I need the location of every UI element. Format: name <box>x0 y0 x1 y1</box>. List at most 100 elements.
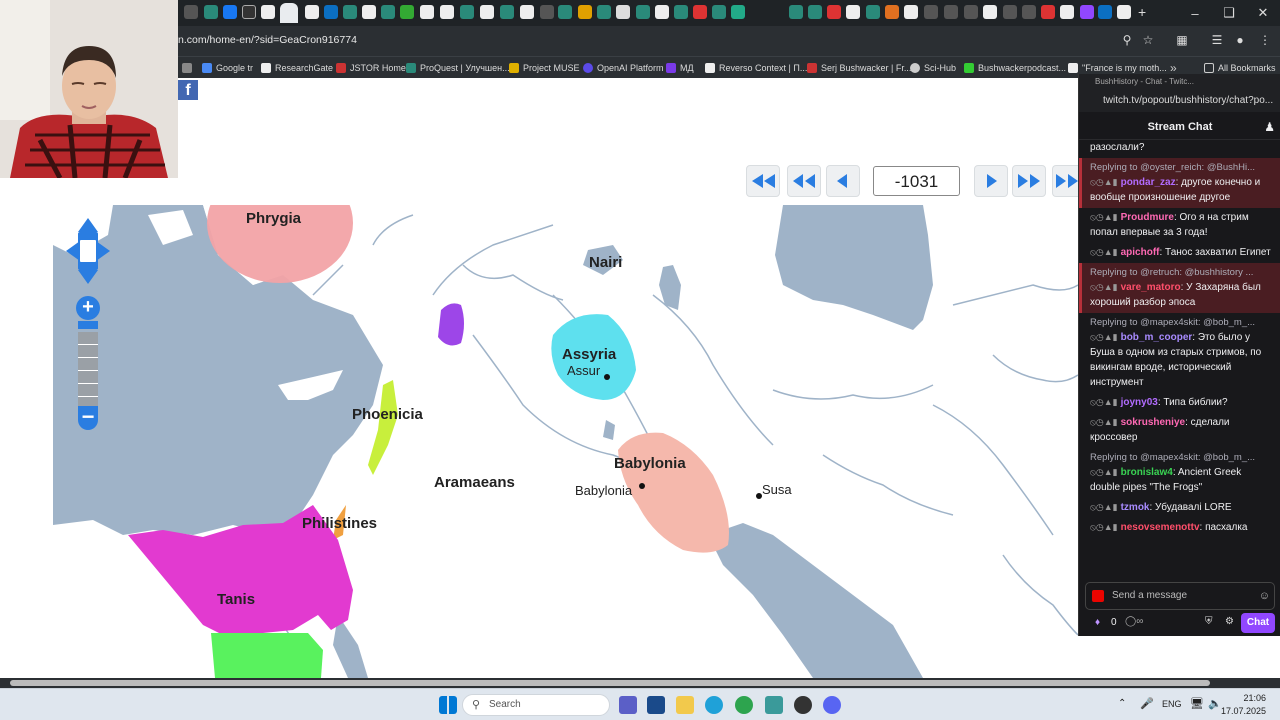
clock[interactable]: 21:06 17.07.2025 <box>1221 692 1266 718</box>
label-philistines[interactable]: Philistines <box>302 515 377 532</box>
bookmark-item[interactable]: Serj Bushwacker | Fr... <box>807 61 911 75</box>
bookmark-item[interactable]: Reverso Context | П... <box>705 61 807 75</box>
chat-message[interactable]: Replying to @oyster_reich: @BushHi... ⦸◷▲… <box>1079 158 1280 208</box>
chat-message[interactable]: ⦸◷▲▮ apichoff: Танос захватил Египет <box>1079 243 1280 263</box>
emote-icon[interactable]: ☺ <box>1259 583 1270 609</box>
tab-favicon[interactable] <box>827 5 841 19</box>
label-phoenicia[interactable]: Phoenicia <box>352 406 423 423</box>
discord-icon[interactable] <box>823 696 841 714</box>
moderation-icons[interactable]: ⦸◷▲▮ <box>1090 467 1118 477</box>
tab-favicon[interactable] <box>983 5 997 19</box>
chat-input[interactable]: Send a message ☺ <box>1085 582 1275 610</box>
forward-decade-button[interactable] <box>1012 165 1046 197</box>
tab-favicon[interactable] <box>420 5 434 19</box>
tab-favicon[interactable] <box>362 5 376 19</box>
tab-favicon[interactable] <box>558 5 572 19</box>
chat-username[interactable]: tzmok <box>1121 502 1150 513</box>
users-icon[interactable]: ♟ <box>1264 114 1275 140</box>
historical-map[interactable]: Phrygia Nairi Assyria Assur Phoenicia Ar… <box>53 205 1078 678</box>
bookmark-item[interactable]: ProQuest | Улучшен... <box>406 61 510 75</box>
more-bookmarks-icon[interactable]: » <box>1170 61 1177 75</box>
chat-message[interactable]: Replying to @mapex4skit: @bob_m_... ⦸◷▲▮ b… <box>1079 448 1280 498</box>
new-tab-icon[interactable]: + <box>1138 4 1146 20</box>
moderation-icons[interactable]: ⦸◷▲▮ <box>1090 417 1118 427</box>
tab-favicon[interactable] <box>204 5 218 19</box>
tab-favicon[interactable] <box>578 5 592 19</box>
label-assur[interactable]: Assur <box>567 363 600 378</box>
chat-message[interactable]: ⦸◷▲▮ tzmok: Убудавалі LORE <box>1079 498 1280 518</box>
microphone-icon[interactable]: 🎤 <box>1140 697 1154 710</box>
label-assyria[interactable]: Assyria <box>562 346 616 363</box>
moderation-icons[interactable]: ⦸◷▲▮ <box>1090 397 1118 407</box>
tab-favicon[interactable] <box>242 5 256 19</box>
zoom-in-button[interactable]: + <box>76 296 100 320</box>
maximize-icon[interactable]: ❑ <box>1212 0 1246 26</box>
last-period-button[interactable] <box>1052 165 1078 197</box>
tab-favicon[interactable] <box>500 5 514 19</box>
settings-icon[interactable]: ⚙ <box>1225 616 1234 627</box>
tab-favicon[interactable] <box>866 5 880 19</box>
tab-favicon[interactable] <box>789 5 803 19</box>
tab-favicon[interactable] <box>460 5 474 19</box>
horizontal-scrollbar[interactable] <box>0 678 1280 688</box>
tab-favicon[interactable] <box>261 5 275 19</box>
extensions-icon[interactable]: ▦ <box>1174 33 1190 49</box>
tab-search-icon[interactable]: ☰ <box>1209 33 1225 49</box>
chat-username[interactable]: vare_matoro <box>1121 282 1181 293</box>
bookmark-item[interactable]: Google tr <box>202 61 253 75</box>
chat-message-list[interactable]: разослали? Replying to @oyster_reich: @B… <box>1079 140 1280 576</box>
label-phrygia[interactable]: Phrygia <box>246 210 301 227</box>
bookmark-item[interactable]: ResearchGate <box>261 61 333 75</box>
tab-favicon[interactable] <box>1117 5 1131 19</box>
bookmark-item[interactable]: Bushwackerpodcast... <box>964 61 1066 75</box>
pan-control[interactable] <box>64 216 112 286</box>
label-susa[interactable]: Susa <box>762 482 792 497</box>
tab-favicon[interactable] <box>540 5 554 19</box>
reply-context[interactable]: Replying to @retruch: @bushhistory ... <box>1090 265 1273 280</box>
tab-favicon[interactable] <box>520 5 534 19</box>
channel-points-icon[interactable]: ♦ <box>1095 617 1100 628</box>
tab-favicon[interactable] <box>808 5 822 19</box>
volume-icon[interactable]: 🔈 <box>1208 697 1222 710</box>
label-nairi[interactable]: Nairi <box>589 254 622 271</box>
prediction-icon[interactable]: ◯∞ <box>1125 616 1143 627</box>
chat-username[interactable]: Proudmure <box>1121 212 1174 223</box>
teams-icon[interactable] <box>619 696 637 714</box>
chat-username[interactable]: joyny03 <box>1121 397 1158 408</box>
facebook-icon[interactable]: f <box>178 80 198 100</box>
bookmark-item[interactable]: "France is my moth... <box>1068 61 1167 75</box>
tab-favicon[interactable] <box>400 5 414 19</box>
bookmark-item[interactable]: МД <box>666 61 694 75</box>
chat-message[interactable]: Replying to @retruch: @bushhistory ... ⦸◷… <box>1079 263 1280 313</box>
first-period-button[interactable] <box>746 165 780 197</box>
tab-favicon[interactable] <box>440 5 454 19</box>
scrollbar-thumb[interactable] <box>10 680 1210 686</box>
label-tanis[interactable]: Tanis <box>217 591 255 608</box>
tab-favicon[interactable] <box>924 5 938 19</box>
reply-context[interactable]: Replying to @oyster_reich: @BushHi... <box>1090 160 1273 175</box>
tab-favicon[interactable] <box>1080 5 1094 19</box>
chat-username[interactable]: bronislaw4 <box>1121 467 1173 478</box>
tab-favicon[interactable] <box>381 5 395 19</box>
chat-username[interactable]: apichoff <box>1121 247 1160 258</box>
tab-favicon[interactable] <box>1060 5 1074 19</box>
start-icon[interactable] <box>439 696 457 714</box>
tab-favicon[interactable] <box>655 5 669 19</box>
chat-message[interactable]: Replying to @mapex4skit: @bob_m_... ⦸◷▲▮ b… <box>1079 313 1280 393</box>
tab-favicon[interactable] <box>964 5 978 19</box>
chat-message[interactable]: ⦸◷▲▮ Proudmure: Ого я на стрим попал впер… <box>1079 208 1280 243</box>
chat-username[interactable]: sokrusheniye <box>1121 417 1185 428</box>
url-field[interactable]: n.com/home-en/?sid=GeaCron916774 <box>178 34 357 46</box>
close-window-icon[interactable]: ✕ <box>1246 0 1280 26</box>
zoom-icon[interactable]: ⚲ <box>1119 33 1135 49</box>
taskbar-search[interactable]: ⚲ Search <box>462 694 610 716</box>
forward-year-button[interactable] <box>974 165 1008 197</box>
bookmark-item[interactable]: OpenAI Platform <box>583 61 664 75</box>
all-bookmarks[interactable]: All Bookmarks <box>1204 61 1276 75</box>
monitor-icon[interactable]: 🖥 <box>1190 697 1204 710</box>
tab-favicon[interactable] <box>636 5 650 19</box>
back-decade-button[interactable] <box>787 165 821 197</box>
chrome-icon[interactable] <box>735 696 753 714</box>
tab-favicon[interactable] <box>1003 5 1017 19</box>
bookmark-item[interactable] <box>182 61 196 75</box>
